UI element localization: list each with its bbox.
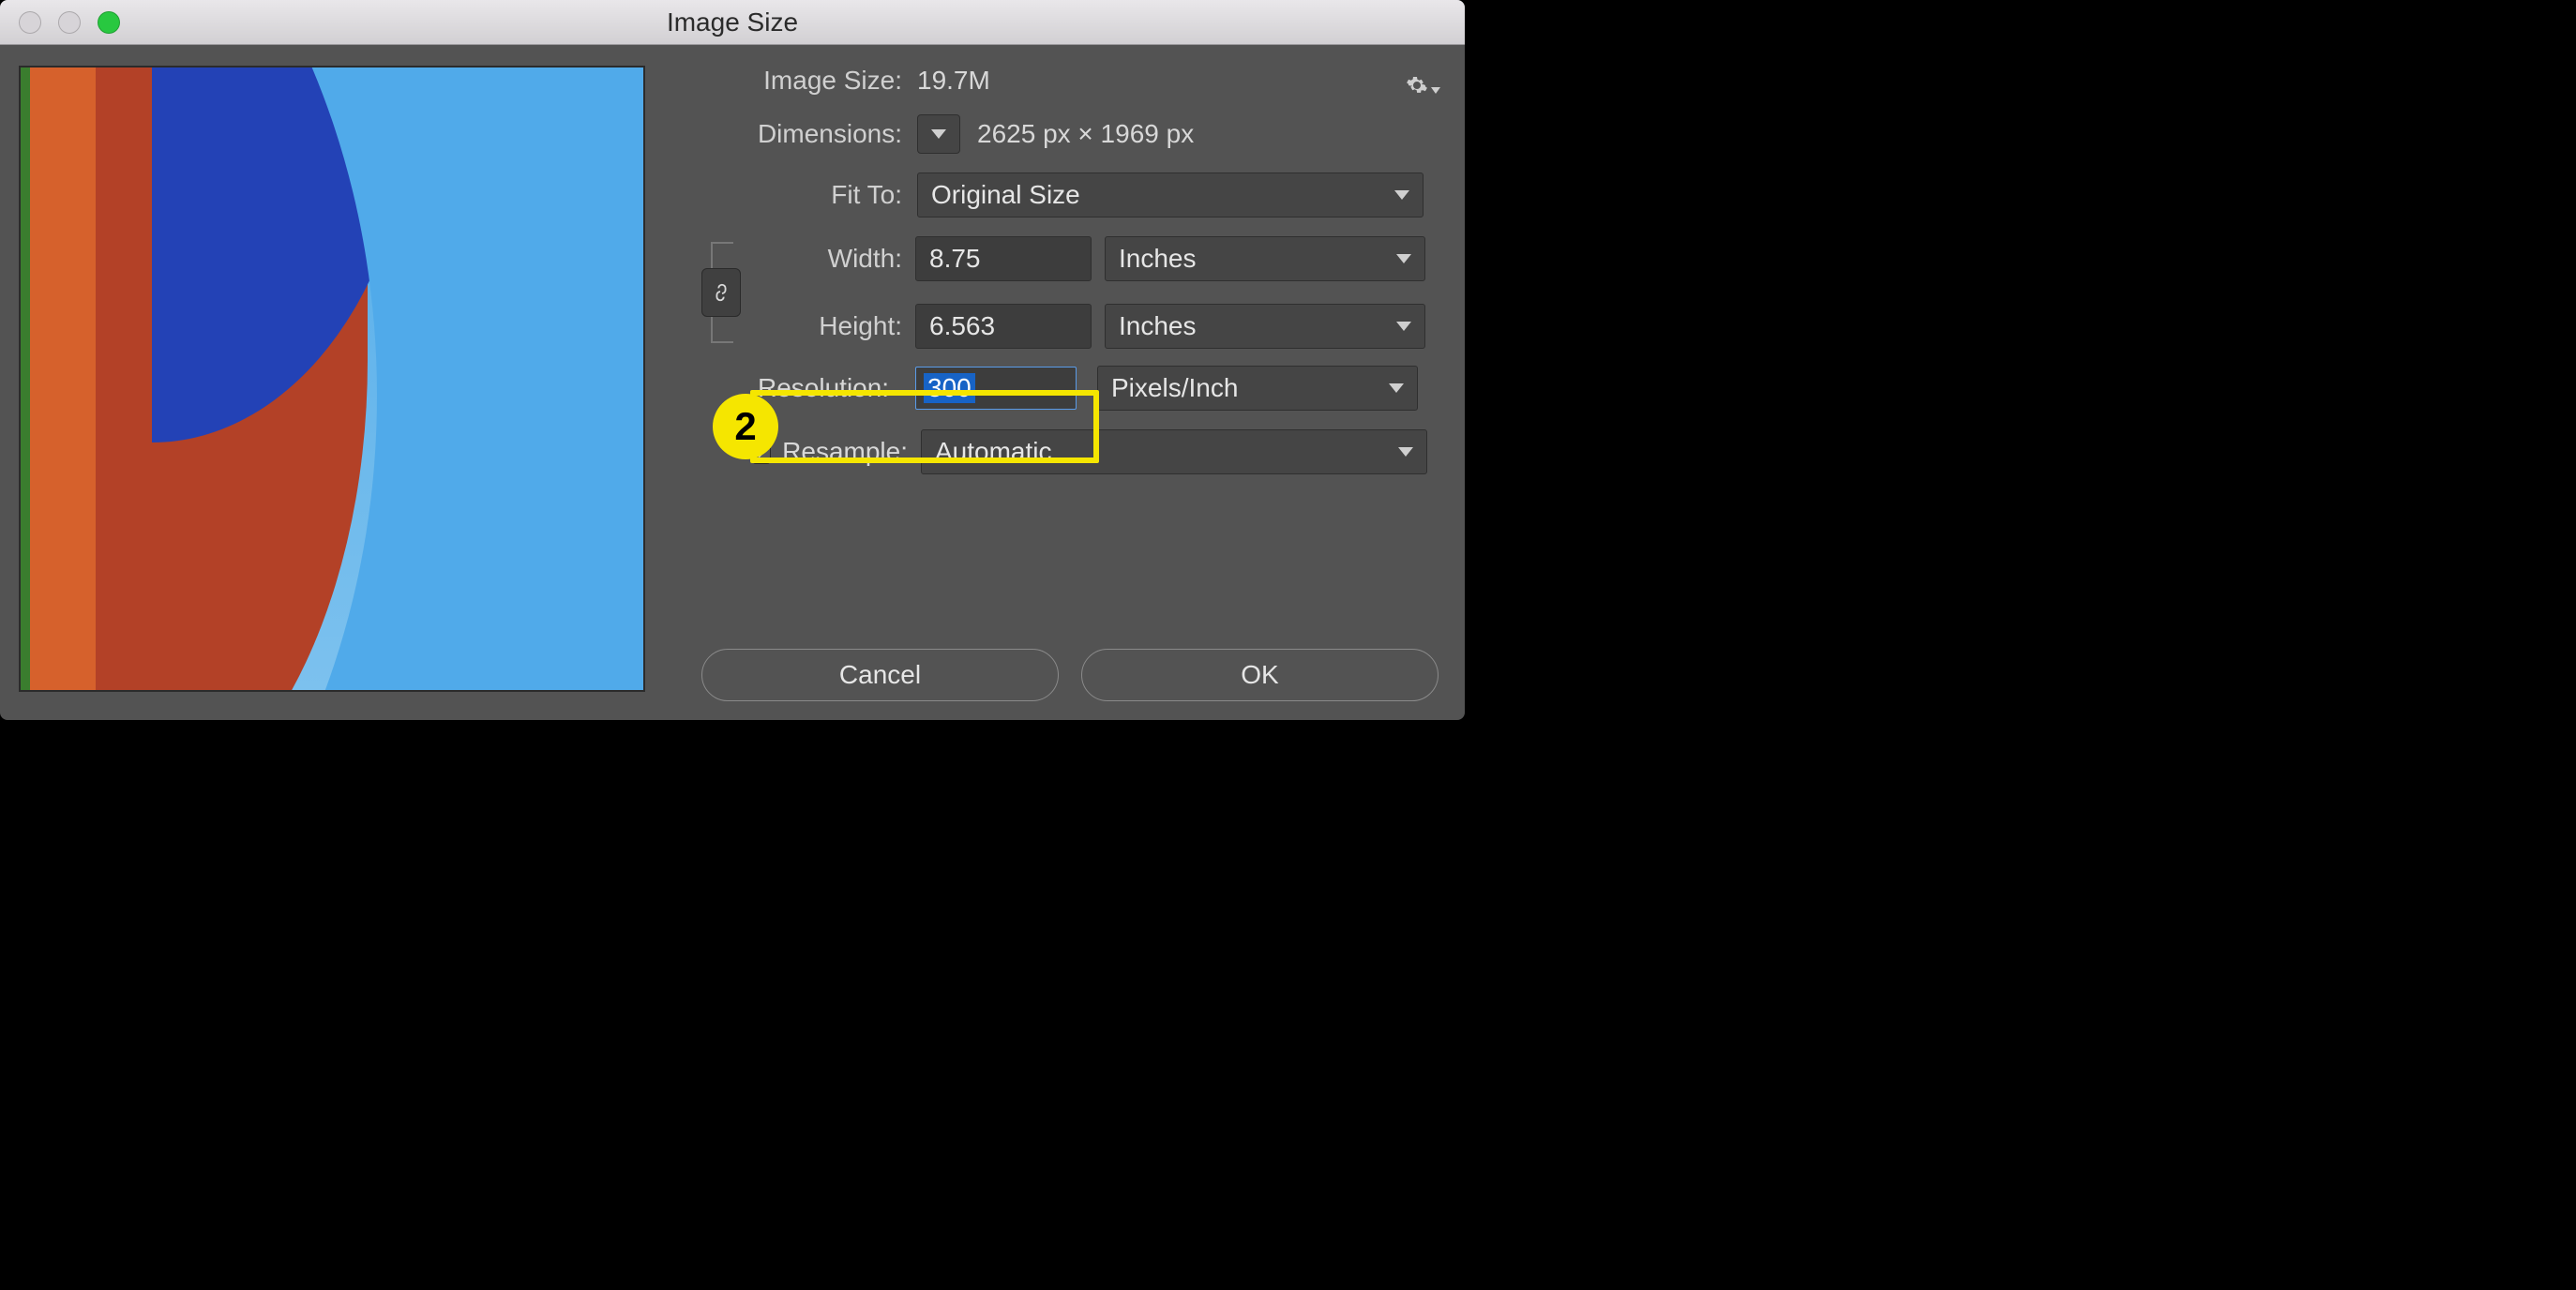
chevron-down-icon — [1396, 322, 1411, 331]
image-size-label: Image Size: — [701, 66, 917, 96]
image-size-row: Image Size: 19.7M — [701, 66, 1446, 96]
resolution-label: Resolution: — [758, 373, 915, 403]
chevron-down-icon — [1394, 190, 1409, 200]
constrain-proportions-group: Width: 8.75 Inches Height: 6.563 Inches — [701, 236, 1446, 349]
width-input[interactable]: 8.75 — [915, 236, 1092, 281]
chevron-down-icon — [1396, 254, 1411, 263]
fit-to-label: Fit To: — [701, 180, 917, 210]
gear-icon — [1406, 74, 1428, 97]
resolution-input[interactable]: 300 — [915, 367, 1077, 410]
settings-panel: Image Size: 19.7M Dimensions: 2625 px × … — [701, 66, 1446, 701]
chevron-down-icon — [1431, 87, 1440, 94]
resolution-unit-select[interactable]: Pixels/Inch — [1097, 366, 1418, 411]
height-input[interactable]: 6.563 — [915, 304, 1092, 349]
dimensions-label: Dimensions: — [701, 119, 917, 149]
chevron-down-icon — [1389, 383, 1404, 393]
fit-to-select[interactable]: Original Size — [917, 172, 1424, 218]
fit-to-row: Fit To: Original Size — [701, 172, 1446, 218]
dialog-buttons: Cancel OK — [701, 649, 1446, 701]
width-label: Width: — [758, 244, 915, 274]
resample-row: Resample: Automatic — [758, 429, 1446, 474]
image-preview[interactable] — [19, 66, 645, 692]
height-label: Height: — [758, 311, 915, 341]
dialog-body: Image Size: 19.7M Dimensions: 2625 px × … — [0, 45, 1465, 720]
image-size-dialog: Image Size Image Size: 19.7M Dimensions: — [0, 0, 1465, 720]
constrain-proportions-button[interactable] — [701, 268, 741, 317]
width-unit-select[interactable]: Inches — [1105, 236, 1425, 281]
cancel-button[interactable]: Cancel — [701, 649, 1059, 701]
window-zoom-button[interactable] — [98, 11, 120, 34]
resample-label: Resample: — [782, 437, 908, 467]
window-title: Image Size — [0, 8, 1465, 38]
height-row: Height: 6.563 Inches — [758, 304, 1425, 349]
resolution-value: 300 — [924, 373, 975, 403]
window-controls — [0, 11, 120, 34]
dimensions-value: 2625 px × 1969 px — [977, 119, 1194, 149]
resample-select[interactable]: Automatic — [921, 429, 1427, 474]
resolution-row: Resolution: 300 Pixels/Inch — [696, 366, 1446, 411]
settings-menu-button[interactable] — [1405, 68, 1440, 103]
dimensions-row: Dimensions: 2625 px × 1969 px — [701, 114, 1446, 154]
dimensions-unit-dropdown[interactable] — [917, 114, 960, 154]
chevron-down-icon — [1398, 447, 1413, 457]
chevron-down-icon — [931, 129, 946, 139]
height-unit-select[interactable]: Inches — [1105, 304, 1425, 349]
ok-button[interactable]: OK — [1081, 649, 1439, 701]
fit-to-value: Original Size — [931, 180, 1080, 210]
image-size-value: 19.7M — [917, 66, 990, 96]
width-row: Width: 8.75 Inches — [758, 236, 1425, 281]
window-close-button[interactable] — [19, 11, 41, 34]
titlebar: Image Size — [0, 0, 1465, 45]
link-icon — [711, 282, 731, 303]
window-minimize-button[interactable] — [58, 11, 81, 34]
annotation-callout-2: 2 — [713, 394, 778, 459]
